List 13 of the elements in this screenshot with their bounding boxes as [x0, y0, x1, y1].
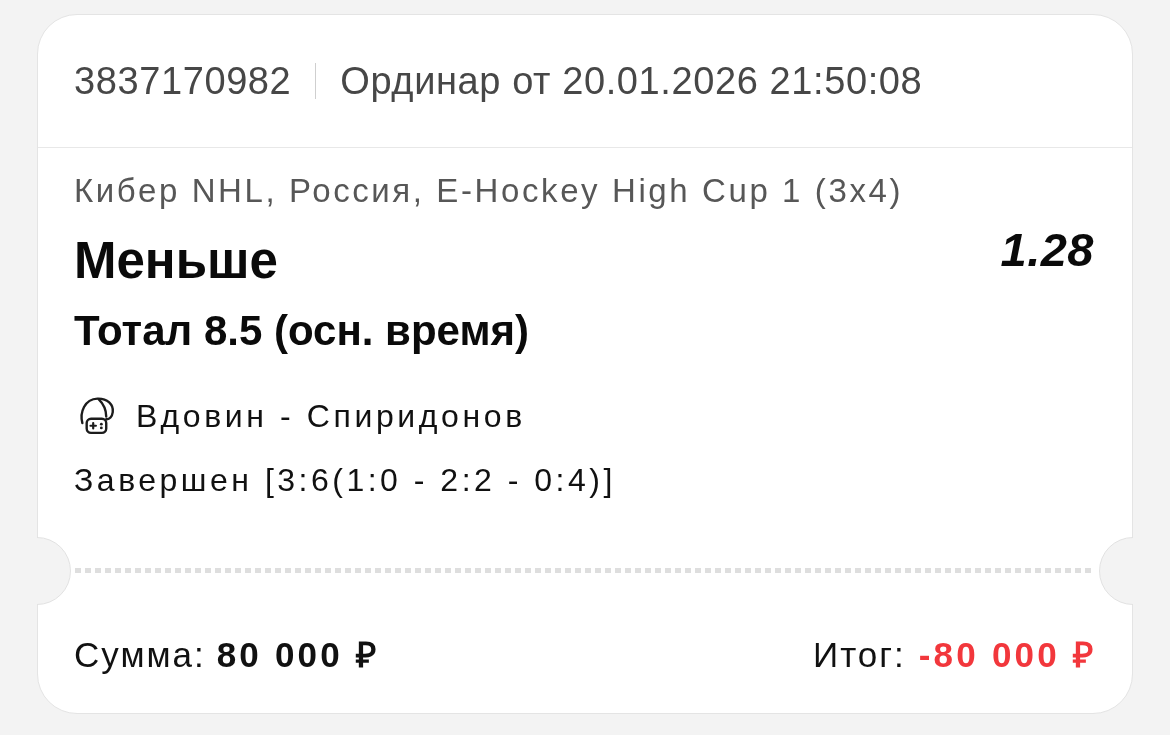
- match-status: Завершен [3:6(1:0 - 2:2 - 0:4)]: [74, 461, 617, 500]
- outcome-title: Меньше: [74, 233, 278, 289]
- ticket-number: 3837170982: [74, 59, 292, 103]
- event-path: Кибер NHL, Россия, E-Hockey High Cup 1 (3x4): [74, 171, 905, 211]
- result-amount: -80 000 ₽: [918, 635, 1096, 675]
- result-label: Итог:: [813, 635, 906, 675]
- match-teams: Вдовин - Спиридонов: [136, 397, 526, 436]
- odds-value: 1.28: [1000, 233, 1095, 267]
- bet-type-date: Ординар от 20.01.2026 21:50:08: [340, 59, 923, 103]
- market-name: Тотал 8.5 (осн. время): [74, 309, 530, 353]
- stake-amount: 80 000 ₽: [216, 635, 380, 675]
- helmet-gamepad-icon: [78, 397, 116, 435]
- stake-label: Сумма:: [74, 635, 206, 675]
